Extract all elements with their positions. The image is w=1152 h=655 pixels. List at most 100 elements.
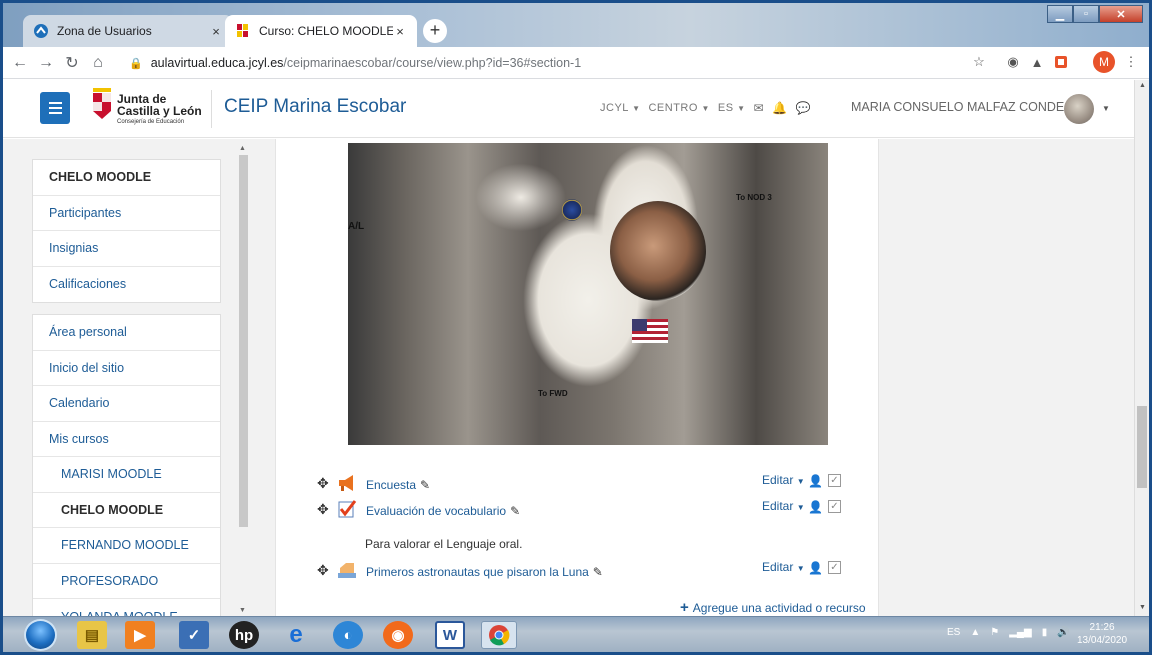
drawer-toggle-button[interactable] xyxy=(40,92,70,124)
new-tab-button[interactable]: + xyxy=(423,19,447,43)
site-name[interactable]: CEIP Marina Escobar xyxy=(224,96,406,118)
profile-avatar[interactable]: M xyxy=(1093,51,1115,73)
assign-roles-icon[interactable]: 👤 xyxy=(808,561,823,575)
course-nav-group: CHELO MOODLE Participantes Insignias Cal… xyxy=(32,159,221,303)
page-scrollbar[interactable]: ▲ ▼ xyxy=(1134,80,1149,616)
language-indicator[interactable]: ES xyxy=(947,627,960,638)
address-bar[interactable]: 🔒 aulavirtual.educa.jcyl.es/ceipmarinaes… xyxy=(129,51,979,75)
nav-item-site-home[interactable]: Inicio del sitio xyxy=(33,351,220,386)
nav-drawer: CHELO MOODLE Participantes Insignias Cal… xyxy=(3,139,253,616)
browser-window: Zona de Usuarios × Curso: CHELO MOODLE ×… xyxy=(0,0,1152,655)
header-divider xyxy=(211,90,212,128)
move-icon[interactable]: ✥ xyxy=(317,501,329,518)
nav-item-calendar[interactable]: Calendario xyxy=(33,386,220,422)
network-signal-icon[interactable]: ▂▄▆ xyxy=(1009,627,1031,638)
edit-pencil-icon[interactable]: ✎ xyxy=(420,478,430,492)
menu-centro[interactable]: CENTRO ▼ xyxy=(648,102,709,114)
start-button[interactable] xyxy=(24,619,57,651)
completion-checkbox[interactable]: ✓ xyxy=(828,561,841,574)
tab-curso[interactable]: Curso: CHELO MOODLE × xyxy=(225,15,417,47)
browser-toolbar: ← → ↻ ⌂ 🔒 aulavirtual.educa.jcyl.es/ceip… xyxy=(3,47,1149,79)
scroll-down-icon[interactable]: ▼ xyxy=(1139,604,1146,611)
activity-row: ✥ Primeros astronautas que pisaron la Lu… xyxy=(276,559,880,583)
activity-link[interactable]: Primeros astronautas que pisaron la Luna… xyxy=(366,565,603,579)
edit-pencil-icon[interactable]: ✎ xyxy=(510,504,520,518)
close-window-icon[interactable]: ✕ xyxy=(1099,5,1143,23)
user-menu-caret-icon[interactable]: ▼ xyxy=(1102,104,1110,113)
scroll-up-icon[interactable]: ▲ xyxy=(239,145,246,152)
bookmark-star-icon[interactable]: ☆ xyxy=(969,52,989,72)
reload-icon[interactable]: ↻ xyxy=(59,53,85,73)
chrome-icon[interactable] xyxy=(481,621,517,649)
mission-patch xyxy=(562,199,582,221)
drawer-scrollbar[interactable]: ▲ ▼ xyxy=(237,145,249,615)
extension-icon[interactable]: ◉ xyxy=(1003,52,1023,72)
menu-language[interactable]: ES ▼ xyxy=(718,102,746,114)
nav-item-grades[interactable]: Calificaciones xyxy=(33,267,220,303)
screenshot-extension-icon[interactable] xyxy=(1051,52,1071,72)
scroll-down-icon[interactable]: ▼ xyxy=(239,607,246,614)
nav-item-badges[interactable]: Insignias xyxy=(33,231,220,267)
menu-kebab-icon[interactable]: ⋮ xyxy=(1121,52,1141,72)
hp-app-icon[interactable]: hp xyxy=(229,621,259,649)
nav-item-course[interactable]: CHELO MOODLE xyxy=(33,160,220,196)
nav-item-course-marisi[interactable]: MARISI MOODLE xyxy=(33,457,220,493)
activity-link[interactable]: Evaluación de vocabulario ✎ xyxy=(366,504,520,518)
assign-roles-icon[interactable]: 👤 xyxy=(808,474,823,488)
edit-menu[interactable]: Editar ▼ xyxy=(762,560,805,574)
nav-item-course-yolanda[interactable]: YOLANDA MOODLE xyxy=(33,599,220,616)
nav-item-course-chelo[interactable]: CHELO MOODLE xyxy=(33,493,220,528)
explorer-folder-icon[interactable]: ▤ xyxy=(77,621,107,649)
completion-checkbox[interactable]: ✓ xyxy=(828,500,841,513)
activity-link[interactable]: Encuesta ✎ xyxy=(366,478,430,492)
paint-app-icon[interactable]: ◐ xyxy=(333,621,363,649)
nav-item-dashboard[interactable]: Área personal xyxy=(33,315,220,351)
messages-envelope-icon[interactable]: ✉ xyxy=(754,101,765,115)
megaphone-icon xyxy=(339,475,353,491)
minimize-icon[interactable]: ▁ xyxy=(1047,5,1073,23)
nav-item-course-fernando[interactable]: FERNANDO MOODLE xyxy=(33,528,220,564)
move-icon[interactable]: ✥ xyxy=(317,562,329,579)
user-name[interactable]: MARIA CONSUELO MALFAZ CONDE xyxy=(851,100,1064,114)
completion-checkbox[interactable]: ✓ xyxy=(828,474,841,487)
tray-expand-icon[interactable]: ▲ xyxy=(970,627,980,638)
home-icon[interactable]: ⌂ xyxy=(85,54,111,72)
scroll-up-icon[interactable]: ▲ xyxy=(1139,82,1146,89)
tab-zona-usuarios[interactable]: Zona de Usuarios × xyxy=(23,15,233,47)
nav-item-my-courses[interactable]: Mis cursos xyxy=(33,422,220,457)
nav-item-participants[interactable]: Participantes xyxy=(33,196,220,231)
power-icon[interactable]: ▮ xyxy=(1042,627,1048,638)
action-center-flag-icon[interactable]: ⚑ xyxy=(990,627,999,638)
system-clock[interactable]: 21:26 13/04/2020 xyxy=(1077,621,1127,647)
back-icon[interactable]: ← xyxy=(7,54,33,72)
notifications-bell-icon[interactable]: 🔔 xyxy=(772,101,787,115)
move-icon[interactable]: ✥ xyxy=(317,475,329,492)
firefox-icon[interactable]: ◉ xyxy=(383,621,413,649)
volume-icon[interactable]: 🔊 xyxy=(1057,627,1069,638)
media-player-icon[interactable]: ▶ xyxy=(125,621,155,649)
assign-roles-icon[interactable]: 👤 xyxy=(808,500,823,514)
menu-jcyl[interactable]: JCYL ▼ xyxy=(600,102,640,114)
forward-icon[interactable]: → xyxy=(33,54,59,72)
edit-menu[interactable]: Editar ▼ xyxy=(762,499,805,513)
drawer-scroll-thumb[interactable] xyxy=(239,155,248,527)
lesson-hand-icon xyxy=(338,563,356,578)
page-scroll-thumb[interactable] xyxy=(1137,406,1147,488)
site-favicon-icon xyxy=(33,23,49,39)
internet-explorer-icon[interactable]: e xyxy=(281,621,311,649)
edit-pencil-icon[interactable]: ✎ xyxy=(593,565,603,579)
site-nav-group: Área personal Inicio del sitio Calendari… xyxy=(32,314,221,616)
edit-menu[interactable]: Editar ▼ xyxy=(762,473,805,487)
word-icon[interactable]: W xyxy=(435,621,465,649)
maximize-icon[interactable]: ▫ xyxy=(1073,5,1099,23)
jcyl-favicon-icon xyxy=(235,23,251,39)
user-avatar[interactable] xyxy=(1064,94,1094,124)
add-activity-link[interactable]: + Agregue una actividad o recurso xyxy=(680,599,866,616)
tab-close-icon[interactable]: × xyxy=(393,24,407,39)
tab-close-icon[interactable]: × xyxy=(209,24,223,39)
drive-extension-icon[interactable]: ▲ xyxy=(1027,52,1047,72)
nav-item-course-profesorado[interactable]: PROFESORADO xyxy=(33,564,220,599)
chat-bubble-icon[interactable]: 💬 xyxy=(796,101,811,115)
monitor-app-icon[interactable]: ✓ xyxy=(179,621,209,649)
jcyl-logo[interactable]: Junta de Castilla y León Consejería de E… xyxy=(91,86,203,132)
